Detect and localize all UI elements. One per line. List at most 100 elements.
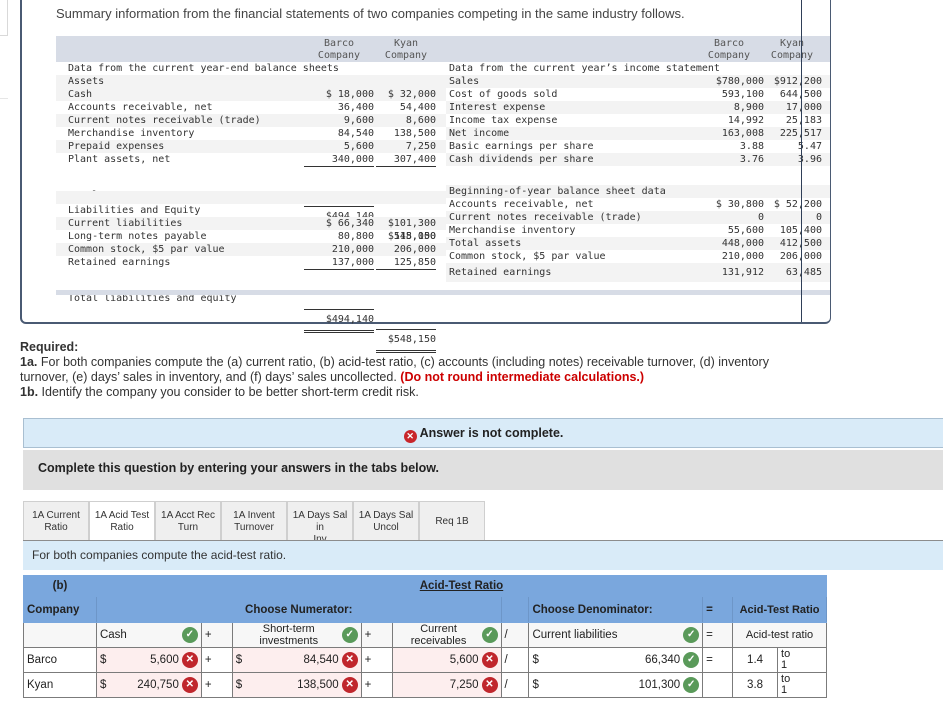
short-term-investments-input[interactable]: $84,540 ✕	[231, 647, 362, 673]
row-label: Retained earnings	[68, 257, 171, 268]
input-value: 240,750	[137, 679, 179, 691]
data-row: Total assets 448,000412,500	[446, 237, 830, 250]
denominator-select[interactable]: Current liabilities ✓	[528, 622, 704, 648]
left-panel-edge	[0, 0, 8, 36]
kyan-header-line2: Company	[384, 50, 428, 61]
tab-label-line2: Ratio	[110, 522, 134, 533]
kyan-value: 63,485	[785, 267, 822, 278]
total-liab-row: Total liabilities and equity $494,140 $5…	[56, 269, 446, 353]
plus-sign: +	[200, 622, 233, 648]
short-term-investments-input[interactable]: $138,500 ✕	[231, 672, 362, 698]
barco-value: $780,000	[715, 76, 764, 87]
company-header: Company	[23, 596, 97, 623]
suffix-one: 1	[781, 684, 788, 696]
select-value: Cash	[99, 629, 127, 641]
barco-value: 340,000	[304, 153, 374, 167]
barco-header-line2: Company	[707, 50, 751, 61]
ratio-suffix: to 1	[777, 647, 827, 673]
balance-sheet-title-row: Data from the current year-end balance s…	[56, 62, 446, 75]
table-title-row: (b) Acid-Test Ratio	[23, 575, 828, 597]
panel-bottom-bar	[446, 290, 830, 295]
divide-sign: /	[500, 647, 530, 673]
row-label: Accounts receivable, net	[68, 102, 213, 113]
data-row: Accounts receivable, net 36,400 54,400	[56, 101, 446, 114]
plus-sign: +	[200, 672, 233, 698]
check-icon: ✓	[683, 652, 700, 668]
x-circle-icon: ✕	[403, 430, 417, 443]
tab-1a-current[interactable]: 1A Current Ratio	[23, 501, 89, 541]
input-value: 5,600	[150, 654, 179, 666]
req-text: For both companies compute the (a) curre…	[20, 355, 769, 384]
kyan-value: $101,300	[387, 218, 436, 229]
table-header-row: Company Choose Numerator: Choose Denomin…	[23, 596, 827, 623]
row-label: Net income	[449, 128, 510, 139]
current-receivables-input[interactable]: 7,250 ✕	[391, 672, 502, 698]
input-value: 101,300	[638, 679, 681, 691]
section-title: Data from the current year’s income stat…	[449, 63, 720, 74]
kyan-value: 138,500	[393, 128, 436, 139]
section-title: Data from the current year-end balance s…	[68, 63, 339, 74]
barco-value: 137,000	[304, 256, 374, 270]
kyan-value: 105,400	[762, 224, 822, 237]
input-value: 7,250	[449, 679, 479, 691]
requirement-1b: 1b. Identify the company you consider to…	[20, 385, 810, 400]
tab-1a-days-sal-in[interactable]: 1A Days Sal inInv	[287, 501, 353, 545]
cursor-line	[801, 0, 802, 322]
numerator-1-select[interactable]: Cash ✓	[95, 622, 202, 648]
data-row: Cash dividends per share 3.76 3.96	[446, 153, 830, 166]
input-value: 138,500	[297, 679, 339, 691]
income-title-row: Data from the current year’s income stat…	[446, 62, 830, 75]
tab-1a-acid-test[interactable]: 1A Acid Test Ratio	[89, 501, 155, 542]
numerator-2-select[interactable]: Short-term investments ✓	[231, 622, 362, 648]
kyan-column-header: Kyan Company	[376, 38, 436, 62]
kyan-value: 307,400	[376, 153, 436, 167]
acid-test-ratio-value[interactable]: 1.4	[732, 647, 779, 673]
income-panel: Barco Company Kyan Company Data from the…	[446, 36, 830, 282]
tab-1a-days-sal[interactable]: 1A Days Sal Uncol	[353, 501, 419, 541]
barco-header-line2: Company	[317, 50, 361, 61]
spacer-row	[56, 191, 446, 204]
x-icon: ✕	[341, 677, 358, 693]
x-icon: ✕	[181, 652, 198, 668]
numerator-header: Choose Numerator:	[95, 596, 502, 623]
required-instructions: Required: 1a. For both companies compute…	[20, 340, 810, 400]
barco-value: 448,000	[721, 238, 764, 249]
table-title: Acid-Test Ratio	[419, 580, 504, 592]
kyan-value: 125,850	[376, 256, 436, 270]
plus-sign: +	[360, 672, 393, 698]
kyan-value: 412,500	[762, 237, 822, 250]
data-row: Sales $780,000 $912,200	[446, 75, 830, 88]
tab-req-1b[interactable]: Req 1B	[419, 501, 485, 541]
acid-test-ratio-value[interactable]: 3.8	[732, 672, 779, 698]
kyan-value: 0	[815, 212, 822, 223]
current-liabilities-input[interactable]: $101,300 ✓	[528, 672, 704, 698]
numerator-3-select[interactable]: Current receivables ✓	[391, 622, 502, 648]
current-receivables-input[interactable]: 5,600 ✕	[391, 647, 502, 673]
req-label: 1b.	[20, 385, 39, 399]
equals-header: =	[702, 596, 734, 623]
cash-input[interactable]: $5,600 ✕	[95, 647, 202, 673]
x-icon: ✕	[481, 652, 498, 668]
tab-1a-invent[interactable]: 1A Invent Turnover	[221, 501, 287, 541]
current-liabilities-input[interactable]: $66,340 ✓	[528, 647, 704, 673]
row-label: Long-term notes payable	[68, 231, 207, 242]
barco-value: 163,008	[721, 128, 764, 139]
barco-column-header: Barco Company	[694, 38, 764, 62]
row-label: Merchandise inventory	[68, 128, 195, 139]
kyan-header-line1: Kyan	[393, 38, 419, 49]
answer-status-text: Answer is not complete.	[419, 426, 564, 440]
row-label: Cash dividends per share	[449, 154, 594, 165]
spacer-row	[446, 166, 830, 185]
total-assets-row: Total assets $494,140 $548,150	[56, 166, 446, 250]
x-icon: ✕	[341, 652, 358, 668]
data-row: Basic earnings per share 3.88 5.47	[446, 140, 830, 153]
data-row: Cash $ 18,000 $ 32,000	[56, 88, 446, 101]
tab-1a-acct-rec[interactable]: 1A Acct Rec Turn	[155, 501, 221, 541]
data-row: Common stock, $5 par value 210,000206,000	[446, 250, 830, 263]
kyan-value: 17,000	[785, 102, 822, 113]
x-icon: ✕	[181, 677, 198, 693]
barco-value: $ 66,340	[325, 218, 374, 229]
tab-label-line2: Turnover	[234, 522, 274, 533]
barco-value: $ 30,800	[715, 199, 764, 210]
cash-input[interactable]: $240,750 ✕	[95, 672, 202, 698]
